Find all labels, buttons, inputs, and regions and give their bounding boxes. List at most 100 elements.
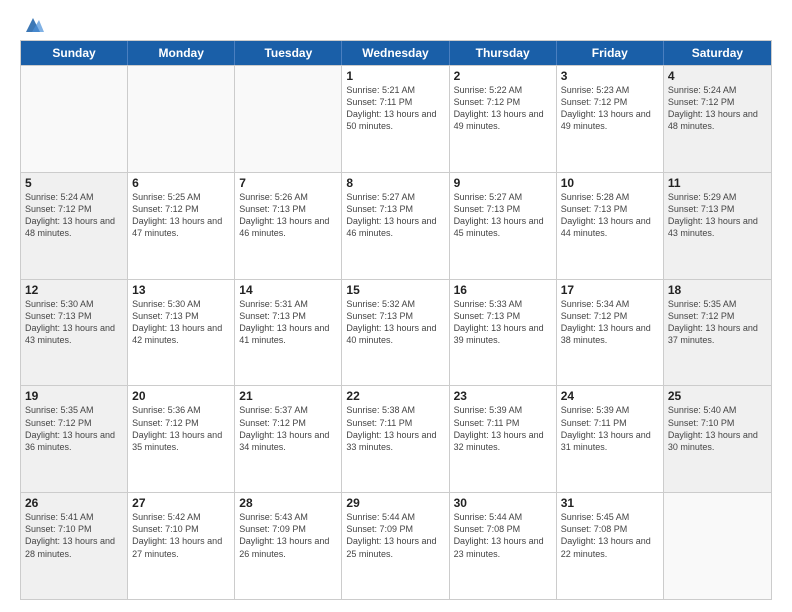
day-number: 30 (454, 496, 552, 510)
cal-cell-26: 26Sunrise: 5:41 AM Sunset: 7:10 PM Dayli… (21, 493, 128, 599)
day-number: 24 (561, 389, 659, 403)
day-info: Sunrise: 5:23 AM Sunset: 7:12 PM Dayligh… (561, 84, 659, 133)
cal-cell-8: 8Sunrise: 5:27 AM Sunset: 7:13 PM Daylig… (342, 173, 449, 279)
day-info: Sunrise: 5:44 AM Sunset: 7:09 PM Dayligh… (346, 511, 444, 560)
week-row-1: 1Sunrise: 5:21 AM Sunset: 7:11 PM Daylig… (21, 65, 771, 172)
day-info: Sunrise: 5:44 AM Sunset: 7:08 PM Dayligh… (454, 511, 552, 560)
day-info: Sunrise: 5:38 AM Sunset: 7:11 PM Dayligh… (346, 404, 444, 453)
day-number: 14 (239, 283, 337, 297)
day-info: Sunrise: 5:43 AM Sunset: 7:09 PM Dayligh… (239, 511, 337, 560)
page: SundayMondayTuesdayWednesdayThursdayFrid… (0, 0, 792, 612)
cal-cell-21: 21Sunrise: 5:37 AM Sunset: 7:12 PM Dayli… (235, 386, 342, 492)
day-info: Sunrise: 5:28 AM Sunset: 7:13 PM Dayligh… (561, 191, 659, 240)
cal-cell-16: 16Sunrise: 5:33 AM Sunset: 7:13 PM Dayli… (450, 280, 557, 386)
header-day-sunday: Sunday (21, 41, 128, 65)
day-info: Sunrise: 5:22 AM Sunset: 7:12 PM Dayligh… (454, 84, 552, 133)
calendar-body: 1Sunrise: 5:21 AM Sunset: 7:11 PM Daylig… (21, 65, 771, 599)
day-info: Sunrise: 5:37 AM Sunset: 7:12 PM Dayligh… (239, 404, 337, 453)
cal-cell-empty (235, 66, 342, 172)
cal-cell-6: 6Sunrise: 5:25 AM Sunset: 7:12 PM Daylig… (128, 173, 235, 279)
day-info: Sunrise: 5:30 AM Sunset: 7:13 PM Dayligh… (132, 298, 230, 347)
day-info: Sunrise: 5:29 AM Sunset: 7:13 PM Dayligh… (668, 191, 767, 240)
day-number: 2 (454, 69, 552, 83)
day-info: Sunrise: 5:27 AM Sunset: 7:13 PM Dayligh… (346, 191, 444, 240)
cal-cell-22: 22Sunrise: 5:38 AM Sunset: 7:11 PM Dayli… (342, 386, 449, 492)
day-number: 26 (25, 496, 123, 510)
cal-cell-empty (128, 66, 235, 172)
header-day-saturday: Saturday (664, 41, 771, 65)
day-number: 10 (561, 176, 659, 190)
day-info: Sunrise: 5:35 AM Sunset: 7:12 PM Dayligh… (668, 298, 767, 347)
day-number: 25 (668, 389, 767, 403)
day-number: 8 (346, 176, 444, 190)
day-number: 17 (561, 283, 659, 297)
logo (20, 16, 44, 32)
day-number: 4 (668, 69, 767, 83)
day-info: Sunrise: 5:33 AM Sunset: 7:13 PM Dayligh… (454, 298, 552, 347)
day-number: 28 (239, 496, 337, 510)
day-number: 12 (25, 283, 123, 297)
cal-cell-empty (21, 66, 128, 172)
day-number: 23 (454, 389, 552, 403)
cal-cell-20: 20Sunrise: 5:36 AM Sunset: 7:12 PM Dayli… (128, 386, 235, 492)
day-info: Sunrise: 5:30 AM Sunset: 7:13 PM Dayligh… (25, 298, 123, 347)
day-info: Sunrise: 5:39 AM Sunset: 7:11 PM Dayligh… (454, 404, 552, 453)
day-number: 3 (561, 69, 659, 83)
day-number: 21 (239, 389, 337, 403)
day-number: 31 (561, 496, 659, 510)
day-number: 5 (25, 176, 123, 190)
cal-cell-5: 5Sunrise: 5:24 AM Sunset: 7:12 PM Daylig… (21, 173, 128, 279)
day-number: 6 (132, 176, 230, 190)
day-number: 19 (25, 389, 123, 403)
cal-cell-28: 28Sunrise: 5:43 AM Sunset: 7:09 PM Dayli… (235, 493, 342, 599)
cal-cell-13: 13Sunrise: 5:30 AM Sunset: 7:13 PM Dayli… (128, 280, 235, 386)
day-info: Sunrise: 5:32 AM Sunset: 7:13 PM Dayligh… (346, 298, 444, 347)
day-info: Sunrise: 5:26 AM Sunset: 7:13 PM Dayligh… (239, 191, 337, 240)
cal-cell-4: 4Sunrise: 5:24 AM Sunset: 7:12 PM Daylig… (664, 66, 771, 172)
day-info: Sunrise: 5:31 AM Sunset: 7:13 PM Dayligh… (239, 298, 337, 347)
calendar: SundayMondayTuesdayWednesdayThursdayFrid… (20, 40, 772, 600)
cal-cell-15: 15Sunrise: 5:32 AM Sunset: 7:13 PM Dayli… (342, 280, 449, 386)
day-number: 1 (346, 69, 444, 83)
day-info: Sunrise: 5:21 AM Sunset: 7:11 PM Dayligh… (346, 84, 444, 133)
day-number: 13 (132, 283, 230, 297)
day-info: Sunrise: 5:27 AM Sunset: 7:13 PM Dayligh… (454, 191, 552, 240)
day-number: 11 (668, 176, 767, 190)
day-info: Sunrise: 5:34 AM Sunset: 7:12 PM Dayligh… (561, 298, 659, 347)
day-info: Sunrise: 5:42 AM Sunset: 7:10 PM Dayligh… (132, 511, 230, 560)
header-day-friday: Friday (557, 41, 664, 65)
week-row-3: 12Sunrise: 5:30 AM Sunset: 7:13 PM Dayli… (21, 279, 771, 386)
header-day-wednesday: Wednesday (342, 41, 449, 65)
header-day-monday: Monday (128, 41, 235, 65)
day-info: Sunrise: 5:35 AM Sunset: 7:12 PM Dayligh… (25, 404, 123, 453)
cal-cell-29: 29Sunrise: 5:44 AM Sunset: 7:09 PM Dayli… (342, 493, 449, 599)
day-number: 15 (346, 283, 444, 297)
day-info: Sunrise: 5:36 AM Sunset: 7:12 PM Dayligh… (132, 404, 230, 453)
cal-cell-2: 2Sunrise: 5:22 AM Sunset: 7:12 PM Daylig… (450, 66, 557, 172)
cal-cell-11: 11Sunrise: 5:29 AM Sunset: 7:13 PM Dayli… (664, 173, 771, 279)
day-number: 27 (132, 496, 230, 510)
cal-cell-14: 14Sunrise: 5:31 AM Sunset: 7:13 PM Dayli… (235, 280, 342, 386)
day-number: 9 (454, 176, 552, 190)
week-row-4: 19Sunrise: 5:35 AM Sunset: 7:12 PM Dayli… (21, 385, 771, 492)
header (20, 16, 772, 32)
header-day-thursday: Thursday (450, 41, 557, 65)
cal-cell-27: 27Sunrise: 5:42 AM Sunset: 7:10 PM Dayli… (128, 493, 235, 599)
day-info: Sunrise: 5:24 AM Sunset: 7:12 PM Dayligh… (668, 84, 767, 133)
cal-cell-30: 30Sunrise: 5:44 AM Sunset: 7:08 PM Dayli… (450, 493, 557, 599)
cal-cell-18: 18Sunrise: 5:35 AM Sunset: 7:12 PM Dayli… (664, 280, 771, 386)
day-number: 16 (454, 283, 552, 297)
logo-icon (22, 14, 44, 34)
day-number: 22 (346, 389, 444, 403)
cal-cell-3: 3Sunrise: 5:23 AM Sunset: 7:12 PM Daylig… (557, 66, 664, 172)
calendar-header: SundayMondayTuesdayWednesdayThursdayFrid… (21, 41, 771, 65)
day-info: Sunrise: 5:41 AM Sunset: 7:10 PM Dayligh… (25, 511, 123, 560)
cal-cell-24: 24Sunrise: 5:39 AM Sunset: 7:11 PM Dayli… (557, 386, 664, 492)
cal-cell-1: 1Sunrise: 5:21 AM Sunset: 7:11 PM Daylig… (342, 66, 449, 172)
cal-cell-17: 17Sunrise: 5:34 AM Sunset: 7:12 PM Dayli… (557, 280, 664, 386)
header-day-tuesday: Tuesday (235, 41, 342, 65)
cal-cell-10: 10Sunrise: 5:28 AM Sunset: 7:13 PM Dayli… (557, 173, 664, 279)
cal-cell-25: 25Sunrise: 5:40 AM Sunset: 7:10 PM Dayli… (664, 386, 771, 492)
day-info: Sunrise: 5:45 AM Sunset: 7:08 PM Dayligh… (561, 511, 659, 560)
cal-cell-23: 23Sunrise: 5:39 AM Sunset: 7:11 PM Dayli… (450, 386, 557, 492)
